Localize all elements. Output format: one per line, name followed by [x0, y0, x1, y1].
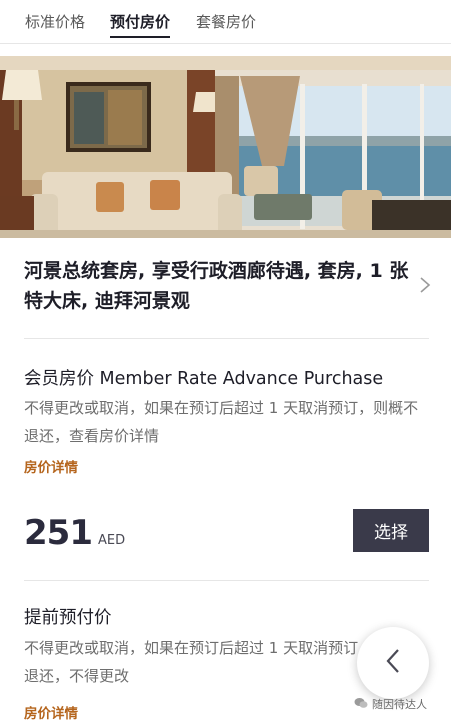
tab-prepaid-rate[interactable]: 预付房价	[110, 11, 171, 38]
rate-tabs: 标准价格 预付房价 套餐房价	[0, 0, 451, 44]
room-title[interactable]: 河景总统套房, 享受行政酒廊待遇, 套房, 1 张特大床, 迪拜河景观	[24, 256, 414, 316]
wechat-icon	[354, 697, 368, 712]
chevron-right-icon[interactable]	[418, 275, 432, 295]
price-currency: AED	[97, 533, 126, 548]
divider	[24, 580, 429, 581]
price-amount: 251	[24, 513, 93, 553]
rate-name: 会员房价 Member Rate Advance Purchase	[24, 369, 384, 389]
tab-standard-rate[interactable]: 标准价格	[25, 11, 85, 32]
select-button[interactable]: 选择	[353, 509, 429, 552]
tab-prepaid-label: 预付房价	[110, 13, 171, 31]
chevron-left-icon	[385, 648, 401, 678]
rate-details-link[interactable]: 房价详情	[24, 456, 78, 476]
rate-price: 251 AED	[24, 513, 125, 553]
back-button[interactable]	[357, 627, 429, 699]
active-tab-indicator	[110, 36, 171, 38]
watermark: 随因待达人	[354, 696, 427, 712]
rate-description: 不得更改或取消，如果在预订后超过 1 天取消预订，则概不退还，查看房价详情	[24, 399, 419, 445]
rate-name: 提前预付价	[24, 608, 112, 628]
tab-package-rate[interactable]: 套餐房价	[196, 11, 256, 32]
divider	[24, 338, 429, 339]
room-photo	[0, 56, 451, 238]
rate-details-link[interactable]: 房价详情	[24, 702, 78, 722]
watermark-text: 随因待达人	[372, 698, 427, 711]
